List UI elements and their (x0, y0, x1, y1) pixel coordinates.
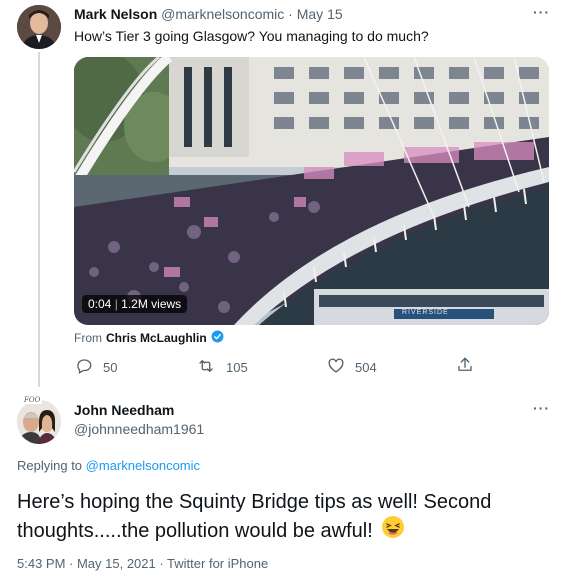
like-icon (327, 357, 345, 378)
verified-badge-icon (211, 330, 224, 346)
tweet-date[interactable]: May 15 (297, 6, 343, 22)
retweet-button[interactable]: 105 (196, 357, 248, 378)
tweet-text-line-1: Here’s hoping the Squinty Bridge tips as… (17, 491, 492, 513)
share-button[interactable] (456, 356, 474, 377)
author-name[interactable]: Mark Nelson (74, 6, 157, 22)
tweet-text: Here’s hoping the Squinty Bridge tips as… (17, 489, 491, 546)
tweet-metadata[interactable]: 5:43 PM · May 15, 2021 · Twitter for iPh… (17, 556, 268, 571)
avatar[interactable] (17, 5, 61, 49)
more-icon[interactable]: ··· (533, 4, 550, 20)
thread-connector-line (38, 52, 40, 387)
tweet-text: How’s Tier 3 going Glasgow? You managing… (74, 28, 429, 44)
like-button[interactable]: 504 (327, 357, 377, 378)
reply-icon (75, 357, 93, 378)
reply-count: 50 (103, 360, 118, 375)
video-sign-text: RIVERSIDE (402, 309, 449, 316)
duration-label: 0:04 (88, 297, 112, 311)
avatar-badge-text: FOO (24, 396, 41, 404)
retweet-count: 105 (226, 360, 248, 375)
views-label: 1.2M views (121, 297, 182, 311)
replying-to-handle[interactable]: @marknelsoncomic (86, 458, 200, 473)
author-name[interactable]: John Needham (74, 402, 174, 418)
video-player[interactable]: RIVERSIDE 0:04 | 1.2M views (74, 57, 549, 325)
author-handle[interactable]: @marknelsoncomic (161, 6, 284, 22)
from-prefix: From (74, 331, 102, 345)
retweet-icon (196, 357, 216, 378)
like-count: 504 (355, 360, 377, 375)
avatar[interactable] (17, 400, 61, 444)
separator: · (288, 6, 293, 22)
more-icon[interactable]: ··· (533, 400, 550, 416)
reply-button[interactable]: 50 (75, 357, 117, 378)
author-handle[interactable]: @johnneedham1961 (74, 421, 204, 437)
tweet-text-line-2: thoughts.....the pollution would be awfu… (17, 519, 373, 542)
share-icon (456, 356, 474, 377)
video-thumbnail (74, 57, 549, 325)
video-duration: 0:04 | 1.2M views (82, 295, 188, 313)
laughing-emoji-icon (381, 515, 405, 546)
avatar-badge: FOO (22, 396, 43, 404)
from-account-name[interactable]: Chris McLaughlin (106, 331, 207, 345)
replying-to-prefix: Replying to (17, 458, 83, 473)
